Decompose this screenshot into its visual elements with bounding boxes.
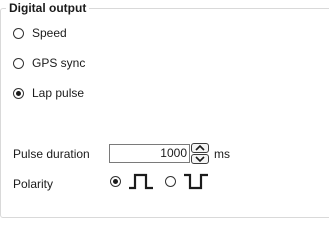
pulse-duration-unit: ms [214,147,230,161]
spin-up-button[interactable] [191,143,209,153]
radio-dot [16,90,21,96]
group-title: Digital output [6,1,90,15]
radio-label-lap-pulse: Lap pulse [32,86,85,100]
radio-option-gps-sync[interactable]: GPS sync [13,55,85,71]
positive-pulse-icon[interactable] [128,173,154,190]
chevron-down-icon [195,156,205,162]
polarity-negative-radio[interactable] [165,176,176,187]
radio-button[interactable] [13,57,24,69]
radio-dot [113,179,118,184]
radio-button[interactable] [13,27,24,39]
radio-label-gps-sync: GPS sync [32,56,86,70]
polarity-positive-radio[interactable] [110,176,121,187]
radio-button-selected[interactable] [13,87,24,99]
polarity-label: Polarity [13,177,54,191]
spin-down-button[interactable] [191,154,209,164]
radio-option-speed[interactable]: Speed [13,25,67,41]
pulse-duration-spinner [191,143,209,164]
pulse-duration-label: Pulse duration [13,147,90,161]
radio-option-lap-pulse[interactable]: Lap pulse [13,85,84,101]
chevron-up-icon [195,145,205,151]
negative-pulse-icon[interactable] [183,173,209,190]
pulse-duration-input[interactable]: 1000 [109,144,190,163]
radio-label-speed: Speed [32,26,67,40]
